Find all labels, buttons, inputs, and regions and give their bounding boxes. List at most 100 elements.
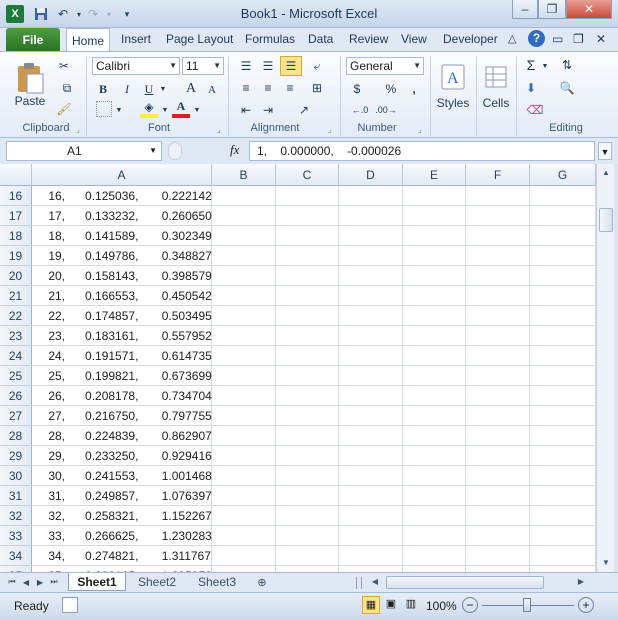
empty-cell[interactable]	[212, 406, 276, 426]
empty-cell[interactable]	[466, 486, 530, 506]
empty-cell[interactable]	[530, 246, 596, 266]
alignment-launcher-icon[interactable]: ⌟	[328, 125, 332, 134]
row-header[interactable]: 30	[0, 466, 32, 486]
cells-button[interactable]: Cells	[480, 56, 512, 118]
empty-cell[interactable]	[339, 426, 403, 446]
last-sheet-icon[interactable]: ⏭	[48, 573, 60, 591]
empty-cell[interactable]	[276, 246, 339, 266]
empty-cell[interactable]	[403, 226, 466, 246]
cell-a[interactable]: 21, 0.166553, 0.450542	[32, 286, 212, 306]
empty-cell[interactable]	[530, 426, 596, 446]
insert-function-button[interactable]: fx	[230, 142, 239, 158]
empty-cell[interactable]	[530, 366, 596, 386]
cell-a[interactable]: 27, 0.216750, 0.797755	[32, 406, 212, 426]
empty-cell[interactable]	[530, 306, 596, 326]
increase-indent-icon[interactable]: ⇥	[258, 101, 278, 119]
empty-cell[interactable]	[530, 386, 596, 406]
column-header-b[interactable]: B	[212, 164, 276, 186]
empty-cell[interactable]	[276, 206, 339, 226]
zoom-out-button[interactable]: −	[462, 597, 478, 613]
cut-icon[interactable]: ✂	[56, 58, 72, 74]
cell-a[interactable]: 18, 0.141589, 0.302349	[32, 226, 212, 246]
row-header[interactable]: 20	[0, 266, 32, 286]
styles-button[interactable]: A Styles	[434, 56, 472, 118]
row-header[interactable]: 27	[0, 406, 32, 426]
empty-cell[interactable]	[212, 466, 276, 486]
empty-cell[interactable]	[276, 486, 339, 506]
empty-cell[interactable]	[339, 446, 403, 466]
empty-cell[interactable]	[466, 226, 530, 246]
empty-cell[interactable]	[466, 286, 530, 306]
empty-cell[interactable]	[212, 346, 276, 366]
decrease-indent-icon[interactable]: ⇤	[236, 101, 256, 119]
empty-cell[interactable]	[276, 286, 339, 306]
empty-cell[interactable]	[466, 206, 530, 226]
fill-icon[interactable]: ⬇	[522, 79, 540, 97]
zoom-in-button[interactable]: +	[578, 597, 594, 613]
empty-cell[interactable]	[212, 326, 276, 346]
empty-cell[interactable]	[276, 546, 339, 566]
font-launcher-icon[interactable]: ⌟	[217, 125, 221, 134]
empty-cell[interactable]	[466, 326, 530, 346]
empty-cell[interactable]	[339, 246, 403, 266]
empty-cell[interactable]	[466, 346, 530, 366]
scroll-right-arrow-icon[interactable]: ▶	[574, 575, 588, 589]
row-header[interactable]: 21	[0, 286, 32, 306]
workbook-close-icon[interactable]: ✕	[596, 32, 606, 46]
empty-cell[interactable]	[403, 386, 466, 406]
empty-cell[interactable]	[466, 506, 530, 526]
tab-file[interactable]: File	[6, 28, 60, 51]
empty-cell[interactable]	[403, 266, 466, 286]
autosum-dropdown-icon[interactable]: ▼	[540, 58, 550, 74]
empty-cell[interactable]	[339, 526, 403, 546]
cell-a[interactable]: 24, 0.191571, 0.614735	[32, 346, 212, 366]
empty-cell[interactable]	[466, 526, 530, 546]
decrease-decimal-icon[interactable]: .00→	[374, 101, 398, 119]
empty-cell[interactable]	[339, 266, 403, 286]
empty-cell[interactable]	[212, 486, 276, 506]
workbook-minimize-icon[interactable]: ▭	[552, 32, 563, 46]
percent-button[interactable]: %	[380, 80, 402, 98]
empty-cell[interactable]	[339, 326, 403, 346]
empty-cell[interactable]	[530, 186, 596, 206]
fill-color-dropdown-icon[interactable]: ▼	[160, 102, 170, 118]
empty-cell[interactable]	[339, 406, 403, 426]
empty-cell[interactable]	[339, 366, 403, 386]
empty-cell[interactable]	[530, 526, 596, 546]
empty-cell[interactable]	[403, 366, 466, 386]
empty-cell[interactable]	[212, 386, 276, 406]
empty-cell[interactable]	[403, 306, 466, 326]
row-header[interactable]: 28	[0, 426, 32, 446]
empty-cell[interactable]	[403, 486, 466, 506]
currency-button[interactable]: $	[348, 80, 366, 98]
cell-a[interactable]: 22, 0.174857, 0.503495	[32, 306, 212, 326]
empty-cell[interactable]	[339, 546, 403, 566]
empty-cell[interactable]	[466, 406, 530, 426]
empty-cell[interactable]	[276, 266, 339, 286]
empty-cell[interactable]	[403, 206, 466, 226]
empty-cell[interactable]	[466, 246, 530, 266]
empty-cell[interactable]	[403, 426, 466, 446]
empty-cell[interactable]	[530, 446, 596, 466]
empty-cell[interactable]	[276, 506, 339, 526]
empty-cell[interactable]	[276, 426, 339, 446]
tab-review[interactable]: Review	[349, 32, 388, 46]
empty-cell[interactable]	[403, 506, 466, 526]
tab-home[interactable]: Home	[66, 28, 110, 52]
cell-a[interactable]: 16, 0.125036, 0.222142	[32, 186, 212, 206]
comma-button[interactable]: ,	[406, 80, 422, 98]
clipboard-launcher-icon[interactable]: ⌟	[76, 125, 80, 134]
orientation-icon[interactable]: ↗	[292, 101, 316, 119]
sheet-tab-sheet1[interactable]: Sheet1	[68, 573, 126, 591]
fill-color-icon[interactable]: ◈	[140, 100, 158, 118]
page-break-view-icon[interactable]: ▥	[402, 596, 420, 614]
empty-cell[interactable]	[212, 366, 276, 386]
empty-cell[interactable]	[530, 546, 596, 566]
empty-cell[interactable]	[466, 186, 530, 206]
minimize-button[interactable]: –	[512, 0, 538, 19]
empty-cell[interactable]	[530, 466, 596, 486]
empty-cell[interactable]	[212, 446, 276, 466]
empty-cell[interactable]	[466, 366, 530, 386]
sheet-tab-sheet2[interactable]: Sheet2	[128, 573, 186, 591]
empty-cell[interactable]	[212, 426, 276, 446]
